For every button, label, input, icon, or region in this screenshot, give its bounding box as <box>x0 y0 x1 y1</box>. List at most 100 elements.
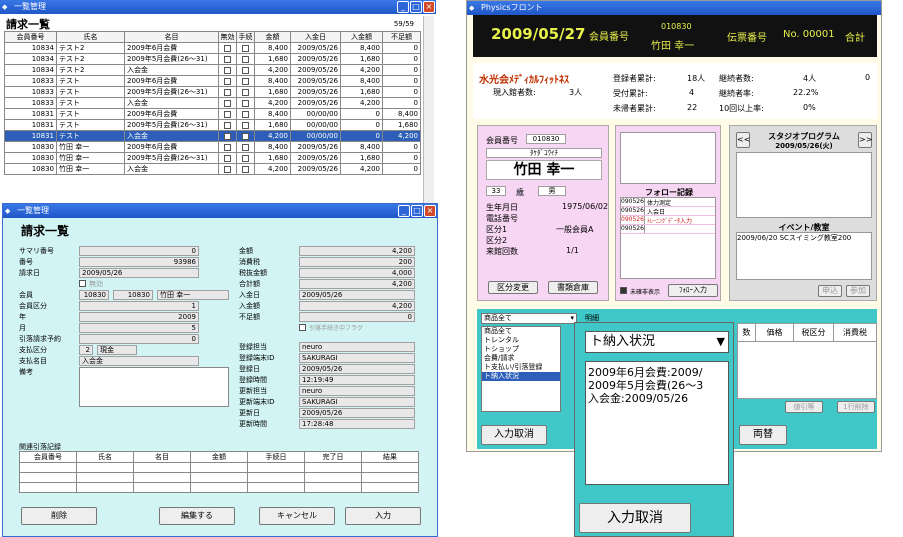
row-checkbox[interactable] <box>242 77 249 85</box>
row-checkbox[interactable] <box>224 110 231 118</box>
item-category[interactable]: 商品全て <box>482 327 560 336</box>
column-header[interactable]: 金額 <box>190 451 248 463</box>
column-header[interactable]: 完了日 <box>304 451 362 463</box>
field-value[interactable]: 200 <box>299 257 415 267</box>
row-checkbox[interactable] <box>242 154 249 162</box>
prev-button[interactable]: << <box>736 132 750 148</box>
follow-item[interactable]: 090526 入会日 <box>621 207 715 216</box>
hide-unconfirmed-checkbox[interactable] <box>620 287 627 294</box>
table-row[interactable]: 10830 竹田 幸一 入会金 4,200 2009/05/26 4,200 0 <box>4 163 421 175</box>
input-cancel-button[interactable]: 入力取消 <box>481 425 547 445</box>
follow-item[interactable]: 090526 ﾄﾚｰﾆﾝｸﾞﾃﾞｰﾀ入力 <box>621 216 715 225</box>
status-item[interactable]: 2009年6月会費:2009/ <box>588 366 726 379</box>
status-item[interactable]: 入会金:2009/05/26 <box>588 392 726 405</box>
item-category[interactable]: ト支払い/引落登録 <box>482 363 560 372</box>
column-header[interactable]: 手続 <box>236 31 255 43</box>
remarks-textarea[interactable] <box>79 367 229 407</box>
row-checkbox[interactable] <box>224 132 231 140</box>
field-value[interactable]: neuro <box>299 386 415 396</box>
next-button[interactable]: >> <box>858 132 872 148</box>
field-value[interactable]: 2009 <box>79 312 199 322</box>
apply-button[interactable]: 申込 <box>818 285 842 297</box>
list-window-titlebar[interactable]: ◆ 一覧管理 _ □ × <box>0 0 436 14</box>
follow-list[interactable]: 090526 体力測定 090526 入会日 090526 ﾄﾚｰﾆﾝｸﾞﾃﾞｰﾀ入力 09… <box>620 197 716 279</box>
event-item[interactable]: 2009/06/20 SCスイミング教室200 <box>737 234 851 242</box>
field-value[interactable]: 1 <box>79 301 199 311</box>
row-checkbox[interactable] <box>242 44 249 52</box>
delete-button[interactable]: 削除 <box>21 507 97 525</box>
column-header[interactable]: 不足額 <box>382 31 421 43</box>
table-row[interactable]: 10831 テスト 入会金 4,200 00/00/00 0 4,200 <box>4 130 421 142</box>
column-header[interactable]: 金額 <box>254 31 291 43</box>
front-window-titlebar[interactable]: ◆ Physicsフロント <box>467 1 881 15</box>
row-checkbox[interactable] <box>242 165 249 173</box>
discount-button[interactable]: 値引等 <box>785 401 823 413</box>
status-select[interactable]: ト納入状況 ▼ <box>585 331 729 353</box>
field-value[interactable]: 4,200 <box>299 246 415 256</box>
field-value[interactable]: 0 <box>79 246 199 256</box>
cancel-button[interactable]: キャンセル <box>259 507 335 525</box>
column-header[interactable]: 手続日 <box>247 451 305 463</box>
table-row[interactable]: 10830 竹田 幸一 2009年6月会費 8,400 2009/05/26 8,400 0 <box>4 141 421 153</box>
column-header[interactable]: 会員番号 <box>19 451 77 463</box>
field-value[interactable]: 4,200 <box>299 279 415 289</box>
row-checkbox[interactable] <box>224 77 231 85</box>
exchange-button[interactable]: 両替 <box>739 425 787 445</box>
row-checkbox[interactable] <box>224 143 231 151</box>
follow-input-button[interactable]: ﾌｫﾛｰ入力 <box>668 284 718 297</box>
field-value[interactable]: 0 <box>79 334 199 344</box>
column-header[interactable]: 入金額 <box>340 31 383 43</box>
studio-list[interactable] <box>736 152 872 218</box>
row-checkbox[interactable] <box>242 99 249 107</box>
field-value[interactable]: 4,200 <box>299 301 415 311</box>
field-value[interactable]: 2009/05/26 <box>79 268 199 278</box>
popup-cancel-button[interactable]: 入力取消 <box>579 503 691 533</box>
table-row[interactable]: 10830 竹田 幸一 2009年5月会費(26〜31) 1,680 2009/05/2… <box>4 152 421 164</box>
field-value[interactable]: SAKURAGI <box>299 353 415 363</box>
field-value[interactable]: 竹田 幸一 <box>157 290 229 300</box>
item-category[interactable]: ト納入状況 <box>482 372 560 381</box>
maximize-icon[interactable]: □ <box>411 205 423 217</box>
field-value[interactable]: 10830 <box>79 290 109 300</box>
detail-window-titlebar[interactable]: ◆ 一覧管理 _ □ × <box>3 204 437 218</box>
edit-button[interactable]: 編集する <box>159 507 235 525</box>
minimize-icon[interactable]: _ <box>397 1 409 13</box>
column-header[interactable]: 無効 <box>218 31 237 43</box>
field-value[interactable]: 2009/05/26 <box>299 364 415 374</box>
enter-button[interactable]: 入力 <box>345 507 421 525</box>
item-category[interactable]: トレンタル <box>482 336 560 345</box>
maximize-icon[interactable]: □ <box>410 1 422 13</box>
column-header[interactable]: 氏名 <box>76 451 134 463</box>
row-checkbox[interactable] <box>242 110 249 118</box>
column-header[interactable]: 名目 <box>124 31 219 43</box>
column-header[interactable]: 氏名 <box>56 31 125 43</box>
item-select[interactable]: 商品全て ▾ <box>481 313 577 324</box>
row-checkbox[interactable] <box>242 121 249 129</box>
row-checkbox[interactable] <box>224 99 231 107</box>
invalid-checkbox[interactable] <box>79 280 86 287</box>
field-value[interactable]: 17:28:48 <box>299 419 415 429</box>
join-button[interactable]: 参加 <box>846 285 870 297</box>
event-list[interactable]: 2009/06/20 SCスイミング教室200 <box>736 232 872 280</box>
row-checkbox[interactable] <box>224 154 231 162</box>
row-checkbox[interactable] <box>224 66 231 74</box>
row-checkbox[interactable] <box>242 88 249 96</box>
field-value[interactable]: 2009/05/26 <box>299 290 415 300</box>
column-header[interactable]: 結果 <box>361 451 419 463</box>
field-value[interactable]: 入会金 <box>79 356 199 366</box>
row-checkbox[interactable] <box>242 132 249 140</box>
follow-item[interactable]: 090526 <box>621 225 715 234</box>
list-scrollbar[interactable] <box>423 16 434 208</box>
table-row[interactable]: 10833 テスト 2009年5月会費(26〜31) 1,680 2009/05/26 1… <box>4 86 421 98</box>
field-value[interactable]: 93986 <box>79 257 199 267</box>
field-value[interactable]: SAKURAGI <box>299 397 415 407</box>
row-checkbox[interactable] <box>224 55 231 63</box>
row-checkbox[interactable] <box>242 143 249 151</box>
row-checkbox[interactable] <box>224 121 231 129</box>
row-checkbox[interactable] <box>242 55 249 63</box>
table-row[interactable]: 10834 テスト2 2009年6月会費 8,400 2009/05/26 8,400 0 <box>4 42 421 54</box>
row-checkbox[interactable] <box>224 88 231 96</box>
field-value[interactable]: 4,000 <box>299 268 415 278</box>
item-category[interactable]: 会費/請求 <box>482 354 560 363</box>
field-value[interactable]: 12:19:49 <box>299 375 415 385</box>
